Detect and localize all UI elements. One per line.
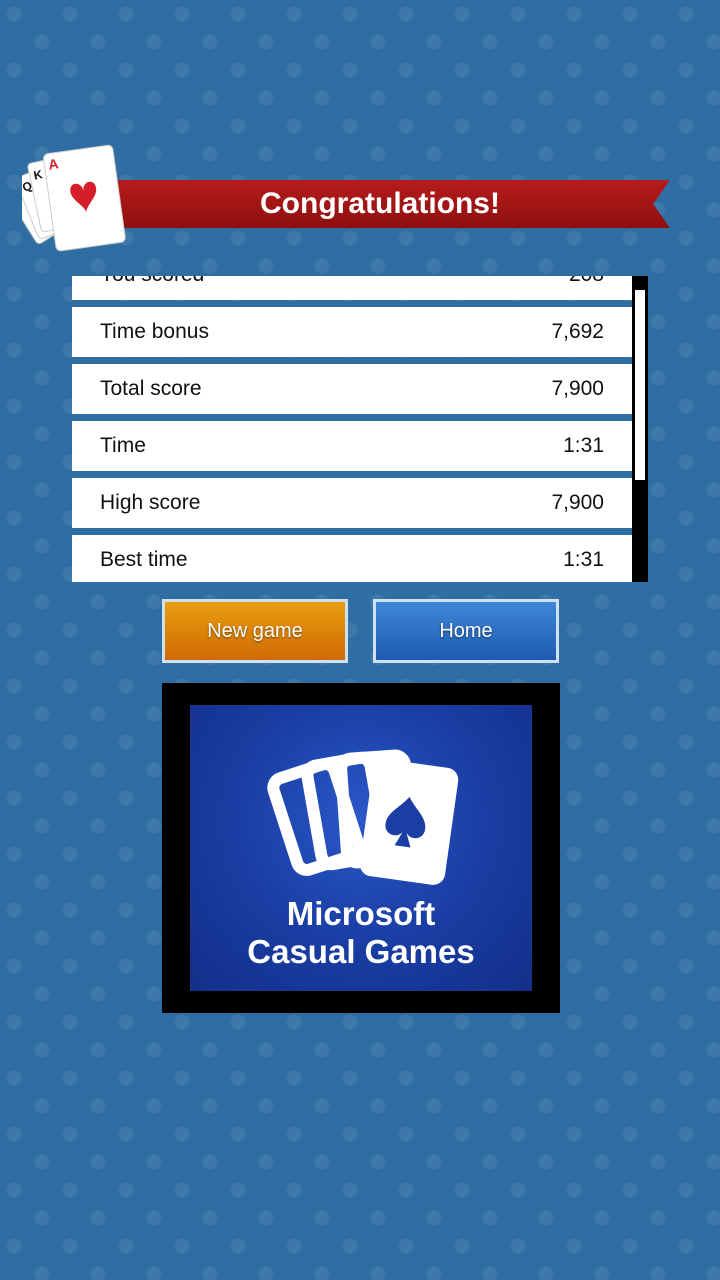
new-game-button[interactable]: New game bbox=[162, 599, 348, 663]
cards-fan-icon bbox=[267, 749, 459, 885]
score-value: 7,900 bbox=[551, 491, 604, 514]
score-label: High score bbox=[100, 491, 201, 514]
score-value: 208 bbox=[569, 276, 604, 287]
scrollbar-thumb[interactable] bbox=[635, 290, 645, 480]
home-button[interactable]: Home bbox=[373, 599, 559, 663]
score-row-you-scored: You scored 208 bbox=[72, 276, 632, 300]
score-label: Best time bbox=[100, 548, 188, 571]
score-value: 7,692 bbox=[551, 320, 604, 343]
score-row-best-time: Best time 1:31 bbox=[72, 535, 632, 582]
score-row-time-bonus: Time bonus 7,692 bbox=[72, 307, 632, 357]
score-label: Total score bbox=[100, 377, 202, 400]
ad-title-line2: Casual Games bbox=[247, 933, 475, 970]
score-value: 1:31 bbox=[563, 434, 604, 457]
scrollbar[interactable] bbox=[632, 276, 648, 582]
ad-banner[interactable]: Microsoft Casual Games bbox=[190, 705, 532, 991]
microsoft-casual-games-ad[interactable]: Microsoft Casual Games bbox=[162, 683, 560, 1013]
page-title: Congratulations! bbox=[260, 187, 500, 220]
score-row-total-score: Total score 7,900 bbox=[72, 364, 632, 414]
score-value: 1:31 bbox=[563, 548, 604, 571]
score-label: Time bbox=[100, 434, 146, 457]
score-value: 7,900 bbox=[551, 377, 604, 400]
score-label: You scored bbox=[100, 276, 204, 287]
score-row-high-score: High score 7,900 bbox=[72, 478, 632, 528]
congratulations-banner: Congratulations! bbox=[110, 180, 670, 228]
score-list[interactable]: You scored 208 Time bonus 7,692 Total sc… bbox=[72, 276, 648, 582]
playing-cards-icon: ♠ Q K A bbox=[22, 144, 126, 252]
score-row-time: Time 1:31 bbox=[72, 421, 632, 471]
ad-title-line1: Microsoft bbox=[286, 895, 436, 932]
score-label: Time bonus bbox=[100, 320, 209, 343]
